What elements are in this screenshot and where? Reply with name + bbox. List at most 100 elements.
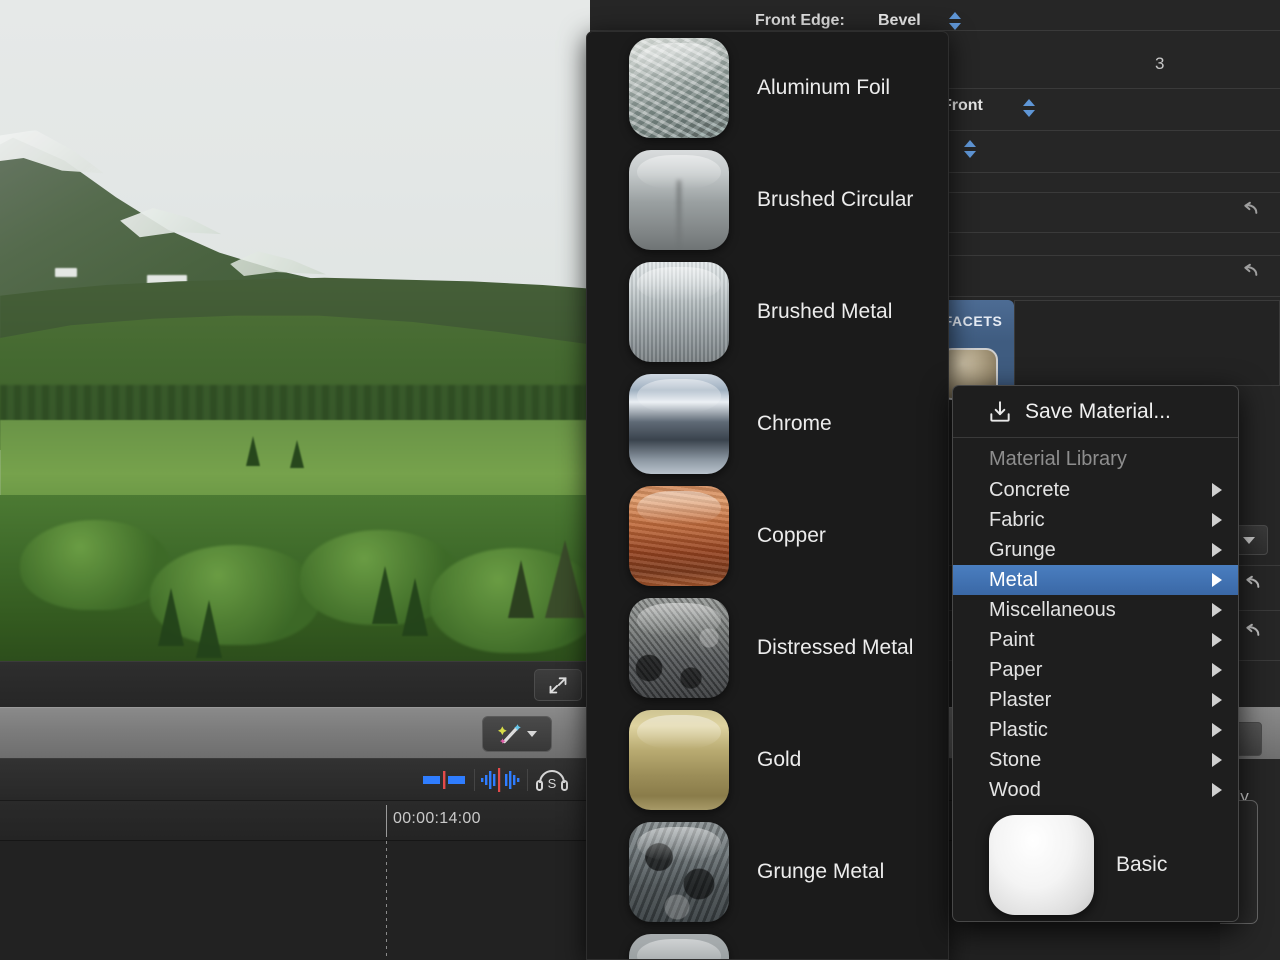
menu-item-wood[interactable]: Wood bbox=[953, 775, 1238, 805]
materials-popup-list[interactable]: Aluminum Foil Brushed Circular Brushed Met… bbox=[586, 31, 949, 960]
clip-marker-icon[interactable] bbox=[421, 765, 467, 795]
material-swatch[interactable] bbox=[629, 598, 729, 698]
menu-item-label: Metal bbox=[989, 568, 1038, 591]
chevron-right-icon bbox=[1212, 543, 1222, 557]
chevron-right-icon bbox=[1212, 513, 1222, 527]
audio-waveform-icon[interactable] bbox=[481, 765, 521, 795]
basic-material-thumbnail[interactable] bbox=[989, 815, 1094, 915]
front-edge-stepper[interactable] bbox=[948, 12, 961, 30]
texture-overlay bbox=[629, 262, 729, 362]
material-list-item[interactable]: Chrome bbox=[587, 368, 948, 480]
material-list-item[interactable]: Distressed Metal bbox=[587, 592, 948, 704]
conifer-tree bbox=[372, 566, 398, 624]
chevron-right-icon bbox=[1212, 753, 1222, 767]
menu-item-label: Paint bbox=[989, 628, 1035, 651]
reset-arrow-icon[interactable] bbox=[1238, 262, 1260, 284]
material-swatch[interactable] bbox=[629, 38, 729, 138]
video-viewer[interactable] bbox=[0, 0, 590, 661]
material-list-item[interactable]: Gold bbox=[587, 704, 948, 816]
material-swatch[interactable] bbox=[629, 934, 729, 959]
expand-viewer-button[interactable] bbox=[534, 669, 582, 701]
menu-item-label: Grunge bbox=[989, 538, 1056, 561]
reset-arrow-icon[interactable] bbox=[1238, 200, 1260, 222]
texture-overlay bbox=[629, 598, 729, 698]
extra-stepper[interactable] bbox=[963, 140, 976, 158]
menu-item-miscellaneous[interactable]: Miscellaneous bbox=[953, 595, 1238, 625]
material-label: Brushed Metal bbox=[757, 300, 893, 323]
material-label: Brushed Circular bbox=[757, 188, 914, 211]
chevron-right-icon bbox=[1212, 723, 1222, 737]
chevron-right-icon bbox=[1212, 633, 1222, 647]
menu-item-paper[interactable]: Paper bbox=[953, 655, 1238, 685]
building bbox=[55, 268, 77, 277]
stepper-up-icon[interactable] bbox=[1022, 99, 1035, 106]
material-swatch[interactable] bbox=[629, 822, 729, 922]
divider bbox=[527, 769, 528, 791]
front-stepper[interactable] bbox=[1022, 99, 1035, 117]
conifer-tree bbox=[290, 440, 304, 468]
menu-item-grunge[interactable]: Grunge bbox=[953, 535, 1238, 565]
menu-item-paint[interactable]: Paint bbox=[953, 625, 1238, 655]
stepper-down-icon[interactable] bbox=[963, 151, 976, 158]
clip-marker-glyph bbox=[423, 771, 465, 789]
material-list-item[interactable]: Aluminum Foil bbox=[587, 32, 948, 144]
divider bbox=[474, 769, 475, 791]
conifer-tree bbox=[158, 588, 184, 646]
conifer-tree bbox=[508, 560, 534, 618]
material-list-item[interactable]: Brushed Metal bbox=[587, 256, 948, 368]
material-swatch[interactable] bbox=[629, 374, 729, 474]
material-swatch[interactable] bbox=[629, 262, 729, 362]
menu-item-metal[interactable]: Metal bbox=[953, 565, 1238, 595]
texture-overlay bbox=[629, 38, 729, 138]
material-context-menu[interactable]: Save Material... Material Library Concre… bbox=[952, 385, 1239, 922]
timecode-label: 00:00:14:00 bbox=[393, 810, 481, 827]
materials-list: Aluminum Foil Brushed Circular Brushed Met… bbox=[587, 32, 948, 959]
stepper-up-icon[interactable] bbox=[963, 140, 976, 147]
bevel-value[interactable]: 3 bbox=[1155, 54, 1164, 74]
menu-item-basic[interactable]: Basic bbox=[953, 805, 1238, 921]
playhead-tick bbox=[386, 805, 387, 837]
menu-item-concrete[interactable]: Concrete bbox=[953, 475, 1238, 505]
facets-panel bbox=[1014, 300, 1280, 386]
chevron-down-icon bbox=[1243, 536, 1255, 544]
waveform-glyph bbox=[481, 768, 520, 792]
playhead-line bbox=[386, 841, 387, 960]
menu-item-label: Plaster bbox=[989, 688, 1052, 711]
stepper-down-icon[interactable] bbox=[1022, 110, 1035, 117]
material-library-header: Material Library bbox=[989, 448, 1127, 470]
stepper-up-icon[interactable] bbox=[948, 12, 961, 19]
headphone-s-glyph: S bbox=[536, 770, 568, 791]
menu-item-plastic[interactable]: Plastic bbox=[953, 715, 1238, 745]
solo-audio-icon[interactable]: S bbox=[535, 765, 569, 795]
material-list-item[interactable] bbox=[587, 928, 948, 959]
chevron-right-icon bbox=[1212, 693, 1222, 707]
reset-arrow-icon[interactable] bbox=[1240, 574, 1262, 596]
menu-item-label: Paper bbox=[989, 658, 1043, 681]
chevron-right-icon bbox=[1212, 573, 1222, 587]
svg-text:S: S bbox=[548, 776, 557, 791]
material-list-item[interactable]: Brushed Circular bbox=[587, 144, 948, 256]
reset-arrow-icon[interactable] bbox=[1240, 622, 1262, 644]
conifer-tree bbox=[402, 578, 428, 636]
expand-arrows-icon bbox=[549, 677, 567, 694]
conifer-tree bbox=[545, 540, 585, 618]
menu-item-save-material[interactable]: Save Material... bbox=[953, 386, 1238, 438]
front-edge-label: Front Edge: bbox=[755, 12, 845, 29]
menu-item-stone[interactable]: Stone bbox=[953, 745, 1238, 775]
material-label: Distressed Metal bbox=[757, 636, 914, 659]
material-swatch[interactable] bbox=[629, 486, 729, 586]
stepper-down-icon[interactable] bbox=[948, 23, 961, 30]
material-list-item[interactable]: Grunge Metal bbox=[587, 816, 948, 928]
material-swatch[interactable] bbox=[629, 710, 729, 810]
chevron-right-icon bbox=[1212, 663, 1222, 677]
menu-item-plaster[interactable]: Plaster bbox=[953, 685, 1238, 715]
enhancement-button[interactable] bbox=[482, 716, 552, 752]
conifer-tree bbox=[246, 436, 260, 466]
material-label: Copper bbox=[757, 524, 826, 547]
save-material-label: Save Material... bbox=[1025, 399, 1171, 423]
front-edge-value[interactable]: Bevel bbox=[878, 12, 921, 30]
material-list-item[interactable]: Copper bbox=[587, 480, 948, 592]
material-swatch[interactable] bbox=[629, 150, 729, 250]
chevron-down-icon bbox=[526, 731, 537, 737]
menu-item-fabric[interactable]: Fabric bbox=[953, 505, 1238, 535]
